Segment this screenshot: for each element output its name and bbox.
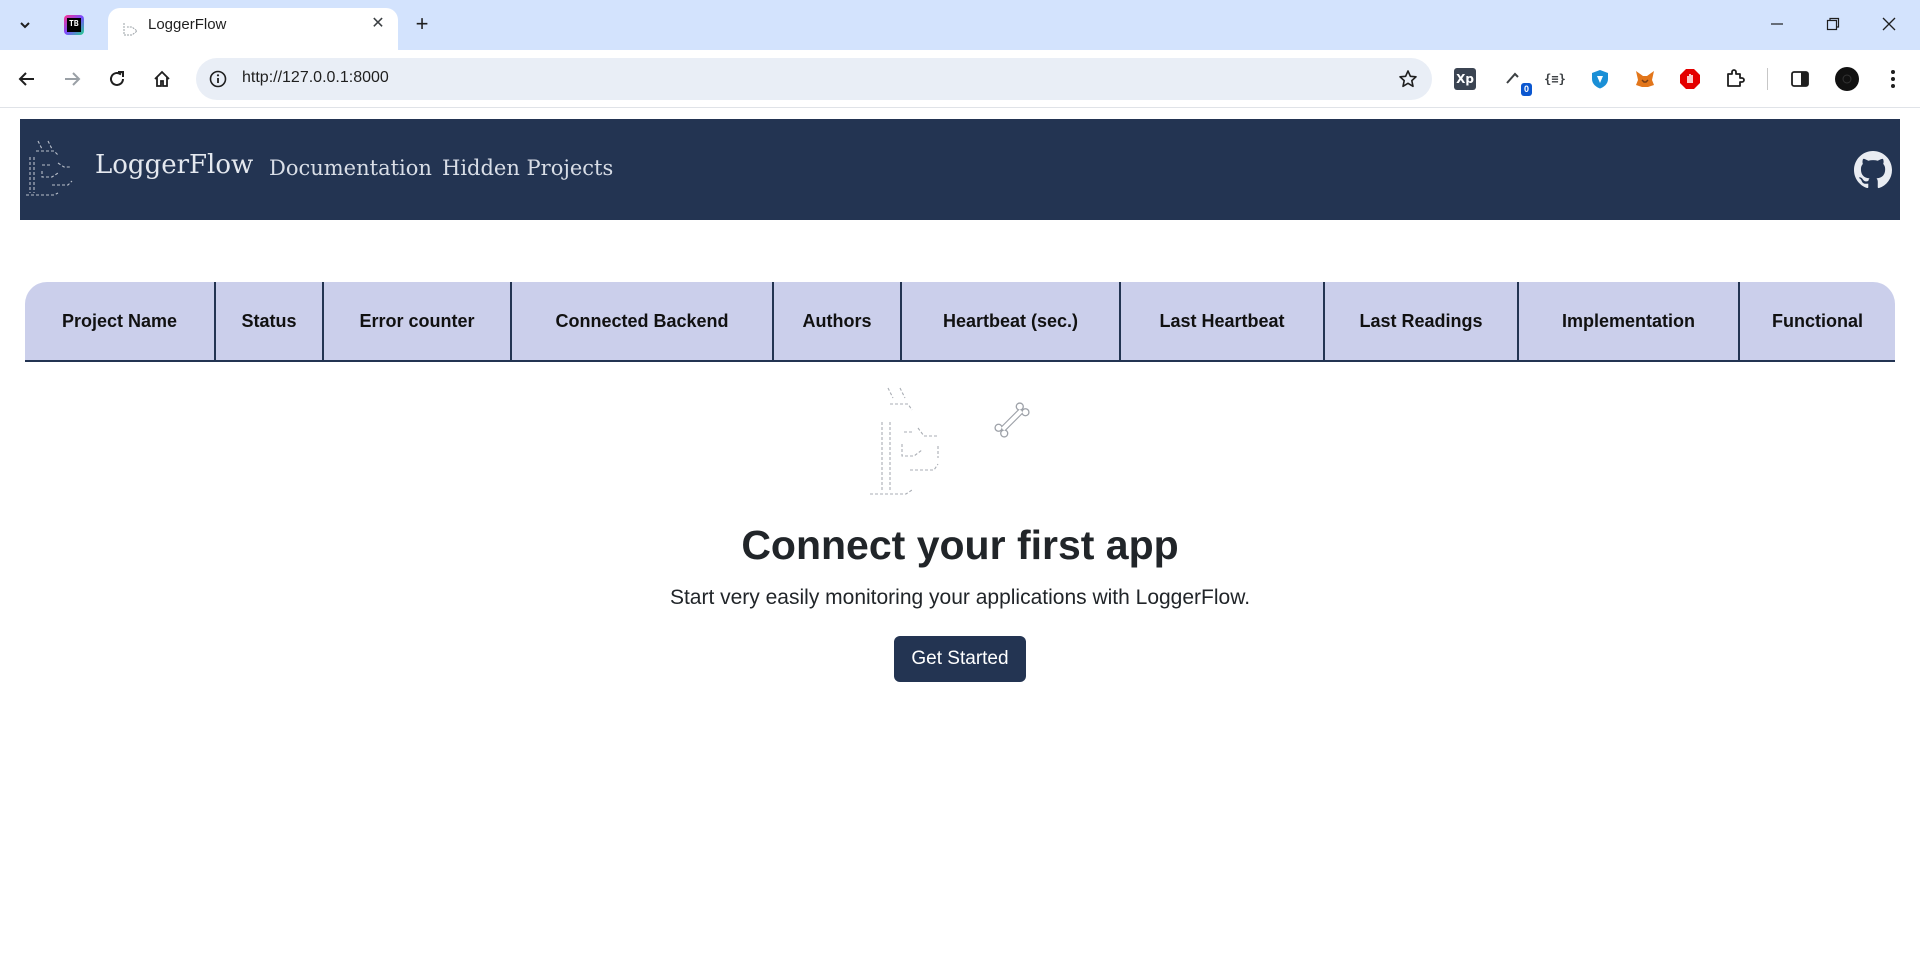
shield-extension-button[interactable] [1585,64,1615,94]
github-icon[interactable] [1854,151,1892,189]
reload-button[interactable] [100,62,134,96]
minimize-window-button[interactable] [1754,8,1800,40]
projects-table-header: Project Name Status Error counter Connec… [25,282,1895,362]
restore-window-button[interactable] [1810,8,1856,40]
xpath-icon: Xp [1454,68,1476,90]
loggerflow-logo-icon[interactable] [24,137,86,201]
close-tab-icon[interactable]: ✕ [368,13,388,33]
home-icon [154,70,170,87]
new-tab-button[interactable]: + [408,10,436,38]
column-header[interactable]: Last Readings [1325,282,1519,360]
metamask-icon [1636,71,1654,87]
empty-state-subtitle: Start very easily monitoring your applic… [669,586,1251,609]
browser-tab-strip: TB LoggerFlow ✕ + [0,0,1920,50]
browser-tab-active[interactable]: LoggerFlow ✕ [108,8,398,50]
extensions-button[interactable] [1720,64,1750,94]
column-header[interactable]: Status [216,282,324,360]
column-header[interactable]: Error counter [324,282,512,360]
sync-extension-button[interactable]: 0 [1500,64,1532,96]
avatar [1835,67,1859,91]
url-text[interactable]: http://127.0.0.1:8000 [242,69,389,87]
adblock-icon [1680,69,1700,89]
nav-link-documentation[interactable]: Documentation [269,156,432,180]
brand-title[interactable]: LoggerFlow [95,150,253,180]
column-header[interactable]: Heartbeat (sec.) [902,282,1121,360]
extension-badge: 0 [1520,83,1532,96]
reload-icon [110,71,124,86]
column-header[interactable]: Authors [774,282,902,360]
shield-icon [1592,70,1608,89]
chevron-down-icon [20,22,30,29]
close-window-button[interactable] [1866,8,1912,40]
arrow-right-icon [65,72,81,86]
json-formatter-extension-button[interactable]: {≡} [1540,64,1570,94]
arrow-left-icon [18,72,34,86]
column-header[interactable]: Implementation [1519,282,1740,360]
column-header[interactable]: Connected Backend [512,282,774,360]
xpath-extension-button[interactable]: Xp [1450,64,1480,94]
back-button[interactable] [10,62,44,96]
bookmark-star-icon[interactable] [1394,65,1422,93]
toolbar-separator [1767,68,1768,90]
site-info-icon[interactable] [204,65,232,93]
column-header[interactable]: Functional [1740,282,1895,360]
adblock-extension-button[interactable] [1675,64,1705,94]
app-navbar: LoggerFlow Documentation Hidden Projects [20,119,1900,220]
json-formatter-icon: {≡} [1544,72,1566,86]
restore-icon [1826,17,1840,31]
bone-icon [994,402,1030,438]
ascii-dog-illustration [870,387,1030,495]
profile-button[interactable] [1832,64,1862,94]
column-header[interactable]: Project Name [25,282,216,360]
browser-toolbar: http://127.0.0.1:8000 Xp 0 {≡} [0,50,1920,108]
empty-state-title: Connect your first app [741,522,1179,568]
metamask-extension-button[interactable] [1630,64,1660,94]
more-vertical-icon [1891,70,1895,88]
column-header[interactable]: Last Heartbeat [1121,282,1325,360]
side-panel-button[interactable] [1785,64,1815,94]
get-started-button[interactable]: Get Started [894,636,1026,682]
loggerflow-favicon-icon [123,23,138,36]
minimize-icon [1771,23,1783,25]
address-bar[interactable]: http://127.0.0.1:8000 [196,58,1432,100]
pinned-tab[interactable]: TB [56,10,92,40]
browser-menu-button[interactable] [1878,64,1908,94]
nav-link-hidden-projects[interactable]: Hidden Projects [442,156,613,180]
side-panel-icon [1791,71,1809,87]
tab-title: LoggerFlow [148,16,227,33]
forward-button[interactable] [55,62,89,96]
jetbrains-toolbox-icon: TB [64,15,84,35]
tab-search-button[interactable] [8,10,42,40]
puzzle-icon [1727,69,1745,87]
close-icon [1882,17,1896,31]
home-button[interactable] [145,62,179,96]
